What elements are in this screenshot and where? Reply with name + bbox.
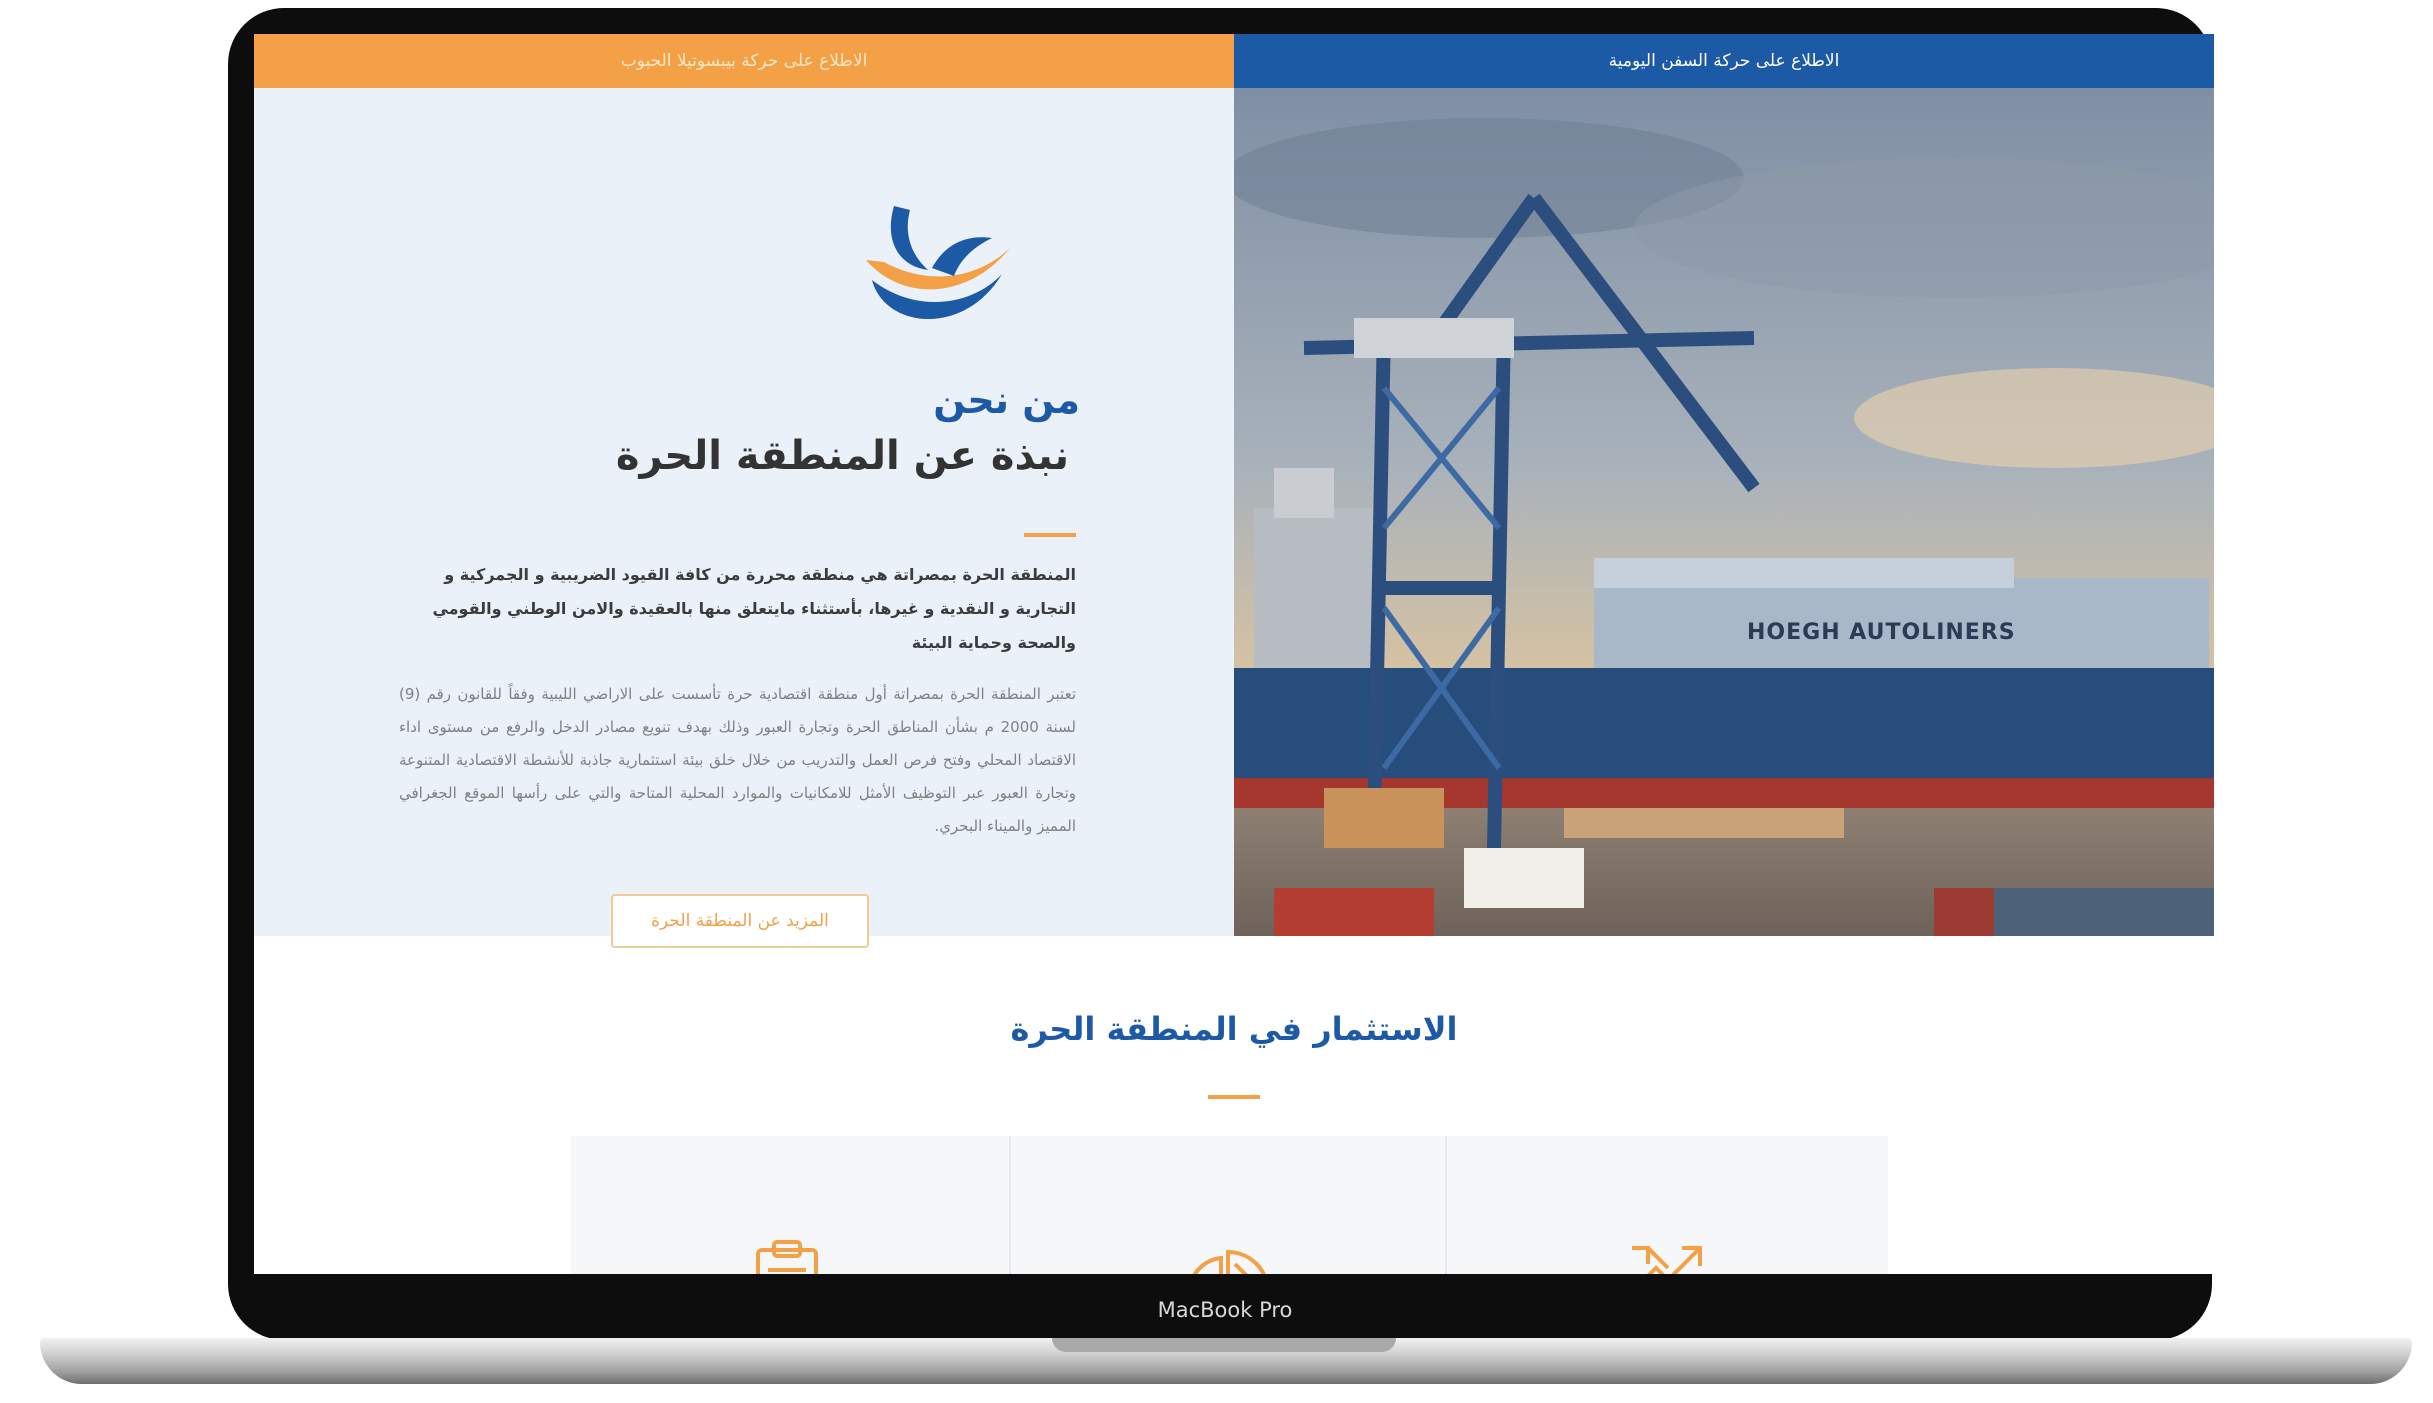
- grain-traffic-link[interactable]: الاطلاع على حركة بيبسوتيلا الحبوب: [254, 34, 1234, 88]
- growth-arrows-icon: [1632, 1246, 1702, 1274]
- pie-chart-icon: [1192, 1249, 1266, 1274]
- investment-title: الاستثمار في المنطقة الحرة: [1010, 1010, 1458, 1048]
- more-about-button[interactable]: المزيد عن المنطقة الحرة: [611, 894, 869, 948]
- investment-card[interactable]: [571, 1136, 1007, 1274]
- port-illustration: [1234, 88, 2214, 936]
- about-divider: [1024, 533, 1076, 537]
- clipboard-icon: [756, 1240, 818, 1274]
- investment-card[interactable]: [1011, 1136, 1445, 1274]
- about-body-text: تعتبر المنطقة الحرة بمصراتة أول منطقة اق…: [399, 685, 1076, 835]
- port-photo: HOEGH AUTOLINERS: [1234, 88, 2214, 936]
- investment-card[interactable]: [1447, 1136, 1888, 1274]
- about-section: من نحن نبذة عن المنطقة الحرة المنطقة الح…: [254, 88, 1234, 948]
- laptop-hinge-notch: [1052, 1338, 1396, 1352]
- browser-viewport: الاطلاع على حركة بيبسوتيلا الحبوب الاطلا…: [254, 34, 2214, 1274]
- about-title: نبذة عن المنطقة الحرة: [615, 433, 1069, 479]
- about-eyebrow: من نحن: [933, 378, 1080, 422]
- ships-traffic-link[interactable]: الاطلاع على حركة السفن اليومية: [1234, 34, 2214, 88]
- free-zone-logo-icon: [866, 206, 1010, 320]
- ship-hull-text: HOEGH AUTOLINERS: [1747, 620, 2016, 645]
- device-model-label: MacBook Pro: [1157, 1298, 1293, 1322]
- investment-divider: [1208, 1095, 1260, 1099]
- investment-cards: [571, 1136, 1888, 1274]
- about-lead-text: المنطقة الحرة بمصراتة هي منطقة محررة من …: [432, 565, 1076, 652]
